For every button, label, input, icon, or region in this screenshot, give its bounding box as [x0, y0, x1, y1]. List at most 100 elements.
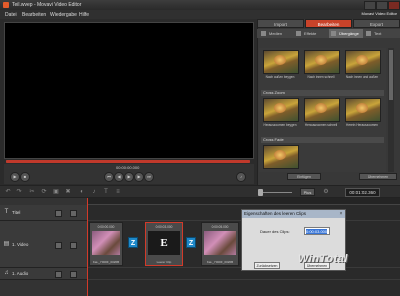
delete-icon[interactable]: ✖	[64, 189, 72, 196]
close-button[interactable]	[388, 1, 400, 10]
empty-clip[interactable]: 0:00:03.000 E Leerer Clip	[145, 222, 183, 266]
clip-time: 0:00:03.000	[155, 225, 173, 229]
play-icon[interactable]: ▶	[10, 172, 20, 182]
duration-label: Dauer des Clips:	[260, 229, 290, 234]
transition-item[interactable]: Nach außen beygen	[263, 50, 299, 79]
stop-icon[interactable]: ■	[20, 172, 30, 182]
audio-track-icon: ♫	[4, 270, 9, 276]
transition-item[interactable]: Herauszoomen beygen	[263, 98, 299, 127]
rotate-icon[interactable]: ⟳	[40, 189, 48, 196]
title-bar: Teil.wvep - Movavi Video Editor	[0, 0, 400, 10]
track-label: Titel	[12, 210, 21, 215]
properties-icon[interactable]: ≡	[114, 189, 122, 196]
volume-icon[interactable]: ♪	[236, 172, 246, 182]
video-preview[interactable]	[4, 22, 254, 159]
transition-thumbnail	[263, 145, 299, 169]
zoom-slider-knob[interactable]	[258, 189, 263, 196]
insert-button[interactable]: Einfügen	[287, 173, 321, 180]
video-clip[interactable]: 0:00:05.000 Kai‑_Y000F_0026B	[201, 222, 239, 266]
playback-scrubber[interactable]	[6, 160, 250, 163]
menu-bearbeiten[interactable]: Bearbeiten	[22, 12, 46, 18]
text-icon	[366, 31, 371, 36]
track-video: ▤ 1. Video	[0, 221, 87, 268]
transition-item[interactable]: Herein Herauszoomen	[345, 98, 381, 127]
mute-icon[interactable]	[70, 271, 77, 278]
dialog-title: Eigenschaften des leeren Clips	[242, 210, 345, 218]
transition-thumbnail	[263, 50, 299, 74]
lock-icon[interactable]	[55, 271, 62, 278]
track-title: T Titel	[0, 205, 87, 221]
transition-item[interactable]: Nach innen und außen	[345, 50, 381, 79]
track-audio: ♫ 1. Audio	[0, 268, 87, 280]
transition-caption: Herauszoomen beygen	[263, 123, 297, 127]
transition-item[interactable]: Nach innen schnell	[304, 50, 340, 79]
color-icon[interactable]: ◐	[78, 189, 86, 196]
video-track-icon: ▤	[3, 241, 10, 247]
transition-icon[interactable]: Z	[128, 237, 138, 248]
subtab-effekte[interactable]: Effekte	[294, 29, 328, 38]
tab-import[interactable]: Import	[257, 19, 304, 28]
visibility-icon[interactable]	[70, 242, 77, 249]
transition-scrollbar[interactable]	[388, 48, 394, 172]
menu-datei[interactable]: Datei	[5, 12, 17, 18]
group-header-cross-fade: Cross Fade	[261, 137, 384, 143]
transition-caption: Herauszoomen schnell	[304, 123, 338, 127]
transition-caption: Nach innen schnell	[307, 75, 335, 79]
subtab-text[interactable]: Text	[364, 29, 398, 38]
text-track-icon: T	[4, 209, 9, 215]
playback-controls: ▶ ■ ⏮ ◀ ▶ ▶ ⏭ 00:00:00.000 ♪	[4, 164, 254, 184]
app-name-label: Movavi Video Editor	[361, 11, 398, 16]
clip-name: Kai‑_Y000F_0026B	[92, 260, 120, 264]
watermark-logo: WinTotal	[298, 253, 348, 265]
track-label: 1. Video	[12, 242, 29, 247]
window-title: Teil.wvep - Movavi Video Editor	[12, 2, 82, 8]
skip-back-icon[interactable]: ⏮	[104, 172, 114, 182]
lock-icon[interactable]	[55, 210, 62, 217]
crop-icon[interactable]: ▣	[52, 189, 60, 196]
playhead[interactable]	[87, 198, 88, 296]
close-icon[interactable]: ×	[338, 211, 344, 217]
forward-icon[interactable]: ▶	[134, 172, 144, 182]
clip-thumbnail	[204, 231, 236, 255]
scrubber-progress	[6, 160, 250, 163]
play-pause-icon[interactable]: ▶	[124, 172, 134, 182]
duration-value: 0:00:03.000	[306, 229, 328, 234]
zoom-slider[interactable]	[262, 192, 292, 193]
transition-thumbnail	[345, 50, 381, 74]
menu-hilfe[interactable]: Hilfe	[79, 12, 89, 18]
transition-item[interactable]: Herauszoomen schnell	[304, 98, 340, 127]
transition-icon[interactable]: Z	[186, 237, 196, 248]
tab-export[interactable]: Export	[353, 19, 400, 28]
duration-field[interactable]: 0:00:03.000	[304, 227, 330, 235]
clip-time: 0:00:05.000	[211, 225, 229, 229]
effects-icon	[296, 31, 301, 36]
reset-button[interactable]: Zurücksetzen	[254, 262, 280, 269]
transition-thumbnail	[304, 50, 340, 74]
timeline-ruler[interactable]	[87, 198, 400, 205]
tab-bearbeiten[interactable]: Bearbeiten	[305, 19, 352, 28]
lock-icon[interactable]	[55, 242, 62, 249]
transition-item[interactable]	[263, 145, 299, 169]
visibility-icon[interactable]	[70, 210, 77, 217]
plus-button[interactable]: Plus	[300, 188, 315, 196]
settings-icon[interactable]: ⚙	[322, 189, 330, 196]
skip-forward-icon[interactable]: ⏭	[144, 172, 154, 182]
transition-caption: Nach innen und außen	[345, 75, 379, 79]
transition-thumbnail	[263, 98, 299, 122]
rewind-icon[interactable]: ◀	[114, 172, 124, 182]
cut-icon[interactable]: ✂	[28, 189, 36, 196]
subtab-medien[interactable]: Medien	[259, 29, 293, 38]
text-tool-icon[interactable]: T	[102, 189, 110, 196]
apply-button[interactable]: Übernehmen	[359, 173, 397, 180]
transitions-icon	[331, 31, 336, 36]
audio-icon[interactable]: ♪	[90, 189, 98, 196]
subtab-uebergaenge[interactable]: Übergänge	[329, 29, 363, 38]
video-clip[interactable]: 0:00:00.000 Kai‑_Y000F_0026B	[89, 222, 123, 266]
group-header-cross-zoom: Cross Zoom	[261, 90, 384, 96]
scrollbar-thumb[interactable]	[389, 50, 393, 100]
redo-icon[interactable]: ↷	[15, 189, 23, 196]
minimize-button[interactable]	[364, 1, 376, 10]
undo-icon[interactable]: ↶	[4, 189, 12, 196]
menu-wiedergabe[interactable]: Wiedergabe	[50, 12, 77, 18]
maximize-button[interactable]	[376, 1, 388, 10]
